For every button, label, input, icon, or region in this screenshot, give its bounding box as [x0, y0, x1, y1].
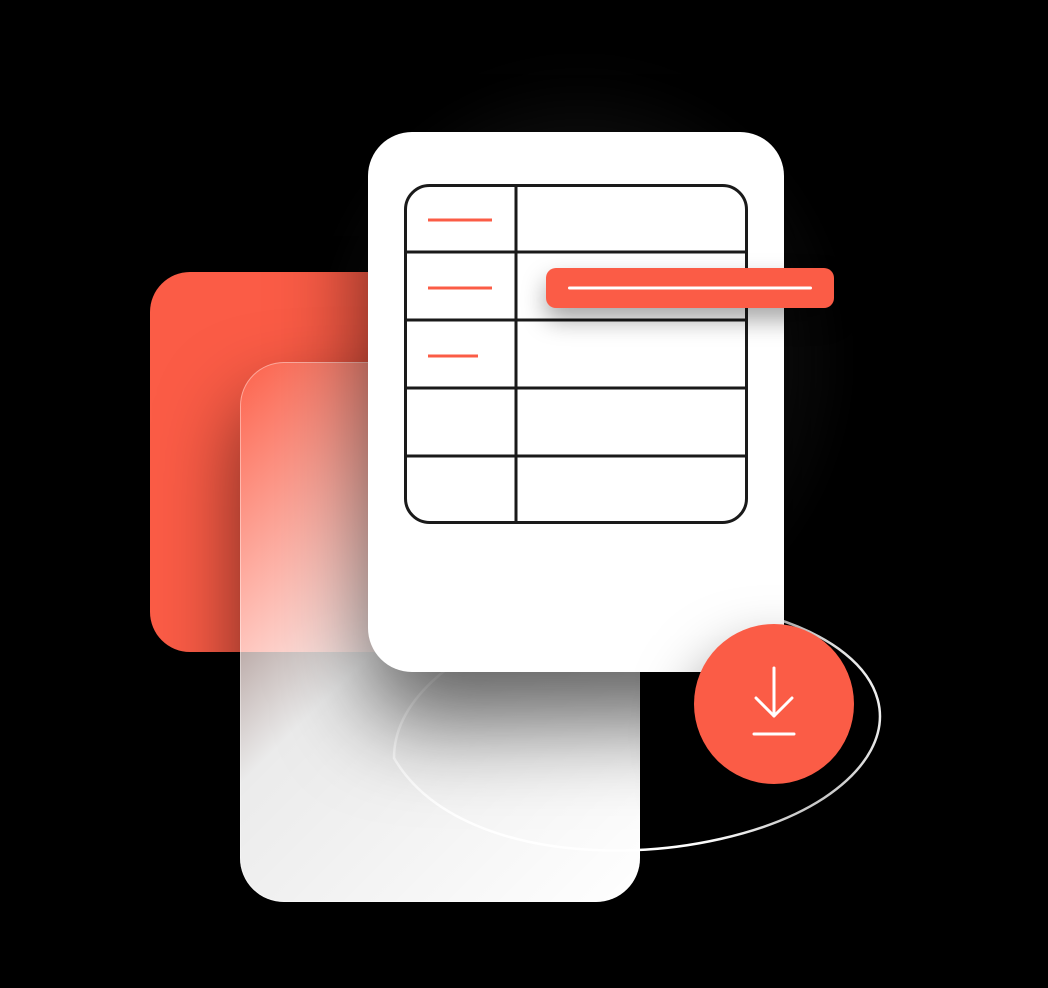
highlight-bar-icon [546, 268, 834, 308]
illustration-stage [0, 0, 1048, 988]
document-card [368, 132, 784, 672]
document-table-icon [404, 184, 748, 524]
download-icon [742, 664, 806, 744]
download-button[interactable] [694, 624, 854, 784]
